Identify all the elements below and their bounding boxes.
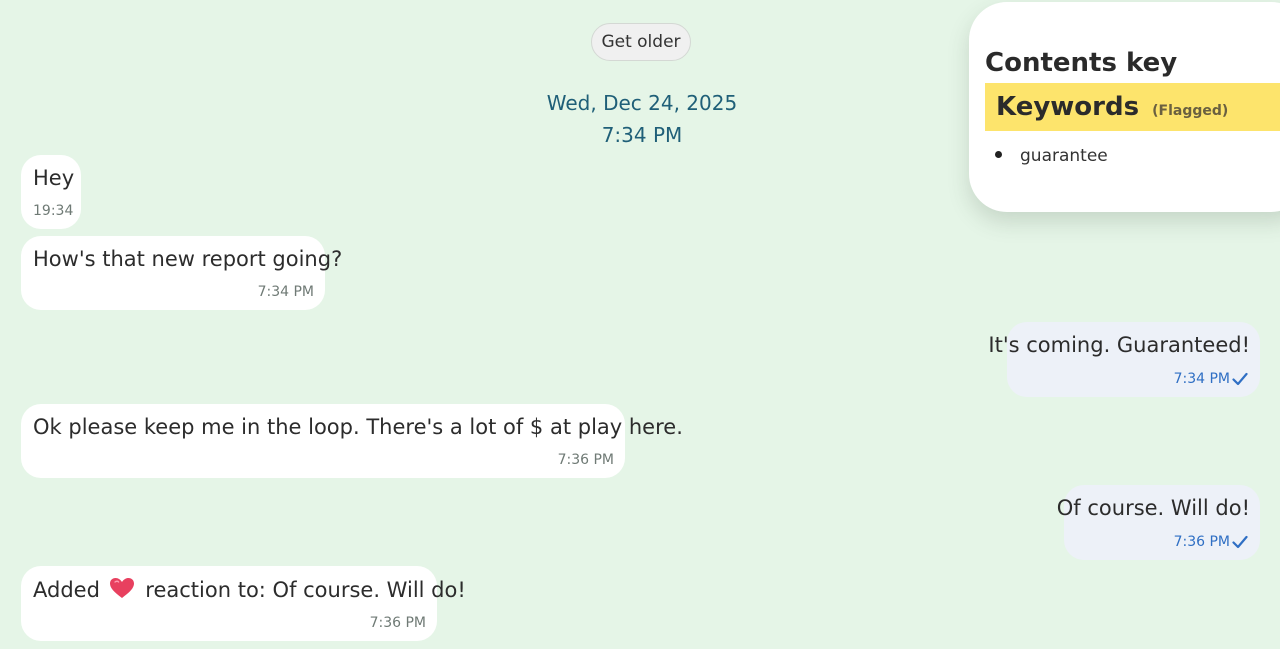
get-older-button[interactable]: Get older bbox=[591, 23, 691, 61]
date-separator: Wed, Dec 24, 2025 7:34 PM bbox=[440, 87, 844, 151]
message-bubble-outgoing[interactable]: Of course. Will do! 7:36 PM bbox=[1057, 485, 1260, 560]
keyword-item: guarantee bbox=[1020, 146, 1108, 166]
message-bubble-incoming[interactable]: How's that new report going? 7:34 PM bbox=[21, 236, 342, 310]
keyword-list: guarantee bbox=[995, 146, 1108, 166]
reaction-suffix: reaction to: Of course. Will do! bbox=[145, 578, 466, 602]
message-text: Hey bbox=[33, 166, 75, 190]
message-time: 7:36 PM bbox=[557, 452, 614, 468]
message-bubble-outgoing[interactable]: It's coming. Guaranteed! 7:34 PM bbox=[988, 322, 1260, 397]
message-text: Of course. Will do! bbox=[1056, 496, 1250, 520]
message-bubble-incoming[interactable]: Hey 19:34 bbox=[21, 155, 81, 229]
message-text: Ok please keep me in the loop. There's a… bbox=[33, 415, 683, 439]
check-icon bbox=[1232, 535, 1248, 549]
heart-icon bbox=[109, 578, 134, 598]
message-time: 7:34 PM bbox=[257, 284, 314, 300]
keywords-header: Keywords (Flagged) bbox=[985, 83, 1280, 131]
time-label: 7:34 PM bbox=[601, 123, 683, 147]
reaction-prefix: Added bbox=[33, 578, 100, 602]
check-icon bbox=[1232, 372, 1248, 386]
message-time: 7:34 PM bbox=[1173, 371, 1230, 387]
date-label: Wed, Dec 24, 2025 bbox=[546, 91, 738, 115]
chat-view: Get older Wed, Dec 24, 2025 7:34 PM Hey … bbox=[0, 0, 1280, 649]
message-time: 7:36 PM bbox=[369, 615, 426, 631]
message-time: 7:36 PM bbox=[1173, 534, 1230, 550]
keywords-title: Keywords bbox=[996, 92, 1140, 122]
contents-key-title: Contents key bbox=[985, 48, 1178, 78]
message-bubble-incoming[interactable]: Added reaction to: Of course. Will do! 7… bbox=[21, 566, 466, 641]
message-text: It's coming. Guaranteed! bbox=[988, 333, 1250, 357]
message-bubble-incoming[interactable]: Ok please keep me in the loop. There's a… bbox=[21, 404, 683, 478]
message-text: How's that new report going? bbox=[33, 247, 343, 271]
bullet-icon bbox=[995, 151, 1002, 158]
message-text: Added reaction to: Of course. Will do! bbox=[33, 577, 466, 602]
flagged-tag: (Flagged) bbox=[1152, 103, 1229, 119]
message-time: 19:34 bbox=[33, 203, 74, 219]
contents-key-panel: Contents key Keywords (Flagged) guarante… bbox=[969, 2, 1280, 212]
